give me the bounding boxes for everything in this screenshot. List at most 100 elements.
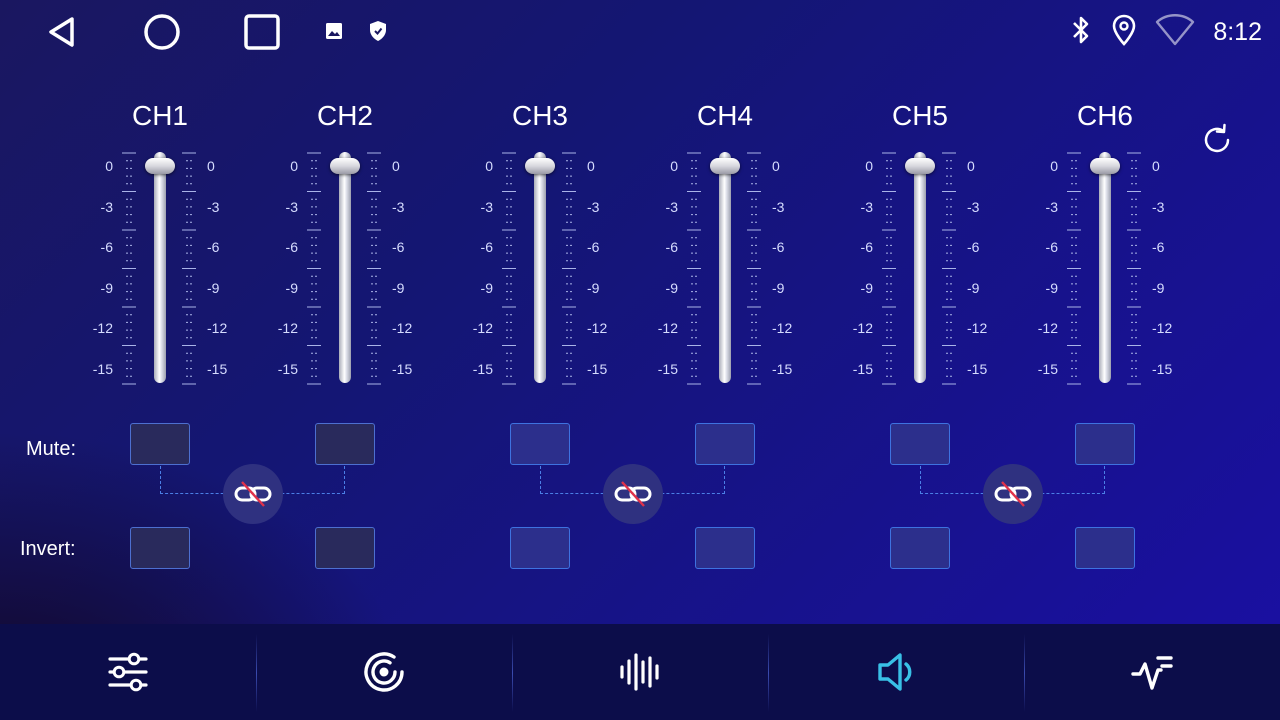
status-bar: 8:12 [0, 0, 1280, 64]
fader-track[interactable] [534, 152, 546, 383]
scale-label-right: -9 [967, 279, 980, 296]
scale-label-left: 0 [485, 158, 493, 174]
scale-ticks [122, 152, 136, 385]
fader-track[interactable] [339, 152, 351, 383]
tab-effects[interactable] [1024, 624, 1280, 720]
fader-knob[interactable] [905, 158, 935, 174]
pulse-icon [1131, 656, 1173, 690]
speaker-icon [878, 653, 912, 691]
scale-label-left: -6 [860, 239, 873, 255]
scale-label-right: -15 [392, 360, 413, 377]
fader-knob[interactable] [1090, 158, 1120, 174]
tab-sound-field[interactable] [256, 624, 512, 720]
invert-toggle-ch3[interactable] [510, 527, 570, 569]
scale-label-left: -9 [665, 279, 678, 296]
scale-ticks [562, 152, 576, 385]
scale-label-right: -15 [1152, 360, 1173, 377]
channel-label: CH2 [316, 100, 373, 131]
scale-label-right: -3 [1152, 198, 1165, 215]
scale-label-left: 0 [1050, 158, 1058, 174]
scale-label-right: -15 [207, 360, 228, 377]
scale-label-right: -3 [392, 198, 405, 215]
invert-label: Invert: [20, 538, 76, 560]
channel-1: CH1 0 0 -3 -3 -6 -6 -9 -9 -12 -12 -15 -15 [60, 100, 260, 400]
channel-label: CH3 [511, 100, 568, 131]
status-clock: 8:12 [1213, 17, 1262, 46]
scale-label-left: -15 [277, 360, 298, 377]
invert-toggle-ch4[interactable] [695, 527, 755, 569]
invert-toggle-ch1[interactable] [130, 527, 190, 569]
fader-knob[interactable] [525, 158, 555, 174]
scale-label-right: -9 [1152, 279, 1165, 296]
scale-label-left: -9 [1045, 279, 1058, 296]
fader-track[interactable] [154, 152, 166, 383]
sliders-icon [108, 652, 148, 692]
invert-toggle-ch5[interactable] [890, 527, 950, 569]
fader-knob[interactable] [710, 158, 740, 174]
scale-label-left: -3 [1045, 198, 1058, 215]
recents-icon[interactable] [240, 10, 284, 54]
tab-speaker[interactable] [768, 624, 1024, 720]
scale-label-left: -12 [852, 320, 873, 336]
scale-label-left: 0 [670, 158, 678, 174]
link-button-ch3-ch4[interactable] [602, 464, 663, 524]
link-button-ch1-ch2[interactable] [222, 464, 283, 524]
mute-label: Mute: [26, 438, 77, 460]
location-icon [1111, 14, 1137, 51]
scale-label-right: -15 [587, 360, 608, 377]
link-button-ch5-ch6[interactable] [982, 464, 1043, 524]
scale-ticks [687, 152, 701, 385]
scale-label-left: -12 [1037, 320, 1058, 336]
scale-ticks [307, 152, 321, 385]
scale-label-left: 0 [290, 158, 298, 174]
mute-toggle-ch1[interactable] [130, 423, 190, 465]
scale-label-right: -3 [772, 198, 785, 215]
fader-knob[interactable] [145, 158, 175, 174]
scale-label-right: -3 [967, 198, 980, 215]
scale-label-left: -12 [277, 320, 298, 336]
mute-toggle-ch6[interactable] [1075, 423, 1135, 465]
fader-track[interactable] [719, 152, 731, 383]
scale-label-right: -12 [392, 320, 413, 336]
scale-label-right: 0 [587, 158, 595, 174]
scale-label-left: -9 [860, 279, 873, 296]
scale-label-right: -9 [392, 279, 405, 296]
scale-ticks [882, 152, 896, 385]
scale-label-right: 0 [772, 158, 780, 174]
channel-label: CH1 [131, 100, 188, 131]
scale-label-left: -9 [100, 279, 113, 296]
scale-label-left: 0 [865, 158, 873, 174]
scale-label-left: -12 [657, 320, 678, 336]
fader-track[interactable] [1099, 152, 1111, 383]
scale-label-right: -12 [1152, 320, 1173, 336]
channel-label: CH5 [891, 100, 948, 131]
shield-icon [368, 20, 388, 47]
tab-equalizer[interactable] [0, 624, 256, 720]
scale-label-right: -6 [587, 239, 600, 255]
scale-label-left: -15 [1037, 360, 1058, 377]
unlink-icon [994, 481, 1031, 507]
tab-audio[interactable] [512, 624, 768, 720]
scale-label-right: 0 [1152, 158, 1160, 174]
mute-toggle-ch2[interactable] [315, 423, 375, 465]
scale-ticks [1067, 152, 1081, 385]
scale-label-left: -6 [100, 239, 113, 255]
mute-toggle-ch4[interactable] [695, 423, 755, 465]
mute-toggle-ch3[interactable] [510, 423, 570, 465]
invert-toggle-ch2[interactable] [315, 527, 375, 569]
unlink-icon [234, 481, 271, 507]
fader-track[interactable] [914, 152, 926, 383]
scale-label-right: -6 [207, 239, 220, 255]
scale-label-right: -3 [587, 198, 600, 215]
scale-label-right: -3 [207, 198, 220, 215]
mute-toggle-ch5[interactable] [890, 423, 950, 465]
invert-toggle-ch6[interactable] [1075, 527, 1135, 569]
scale-ticks [182, 152, 196, 385]
scale-label-left: -15 [852, 360, 873, 377]
back-icon[interactable] [40, 10, 84, 54]
fader-knob[interactable] [330, 158, 360, 174]
scale-label-right: -12 [587, 320, 608, 336]
scale-ticks [367, 152, 381, 385]
home-icon[interactable] [140, 10, 184, 54]
image-icon [324, 21, 344, 46]
